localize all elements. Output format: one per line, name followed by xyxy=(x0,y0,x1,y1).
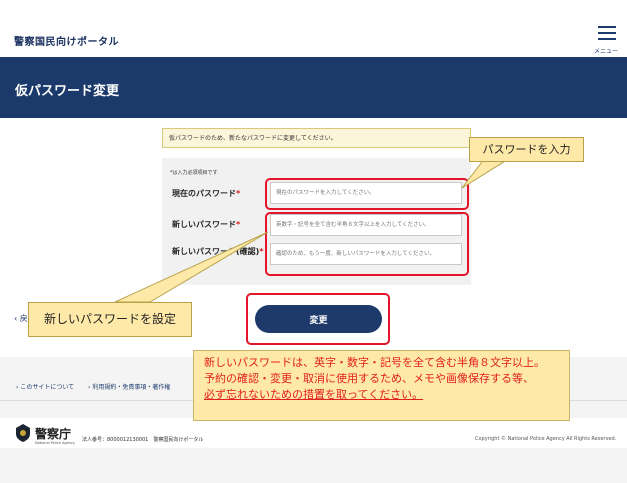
copyright: Copyright © National Police Agency All R… xyxy=(475,436,617,442)
back-link[interactable]: ‹ 戻 xyxy=(14,313,28,324)
footer-link-terms[interactable]: › 利用規約・免責事項・著作権 xyxy=(88,382,170,391)
callout-pointer-enter xyxy=(461,157,512,189)
info-line-3: 必ず忘れないための措置を取ってください。 xyxy=(204,388,424,401)
info-line-1: 新しいパスワードは、英字・数字・記号を全て含む半角８文字以上。 xyxy=(204,356,545,369)
callout-set-new-password: 新しいパスワードを設定 xyxy=(28,302,192,337)
npa-logo-text: 警察庁 xyxy=(35,427,72,441)
police-emblem-icon xyxy=(16,424,30,442)
footer-link-about[interactable]: › このサイトについて xyxy=(16,382,74,391)
footer-bottom xyxy=(0,418,627,448)
callout-pointer-set xyxy=(114,231,269,303)
corporate-number: 法人番号：8000012130001 警察国民向けポータル xyxy=(82,437,204,443)
password-info-box: 新しいパスワードは、英字・数字・記号を全て含む半角８文字以上。 予約の確認・変更… xyxy=(193,350,570,421)
info-line-2: 予約の確認・変更・取消に使用するため、メモや画像保存する等、 xyxy=(204,372,534,385)
callout-enter-password: パスワードを入力 xyxy=(469,137,584,162)
submit-button[interactable]: 変更 xyxy=(255,305,382,333)
npa-logo-subtitle: National Police Agency xyxy=(35,441,75,445)
